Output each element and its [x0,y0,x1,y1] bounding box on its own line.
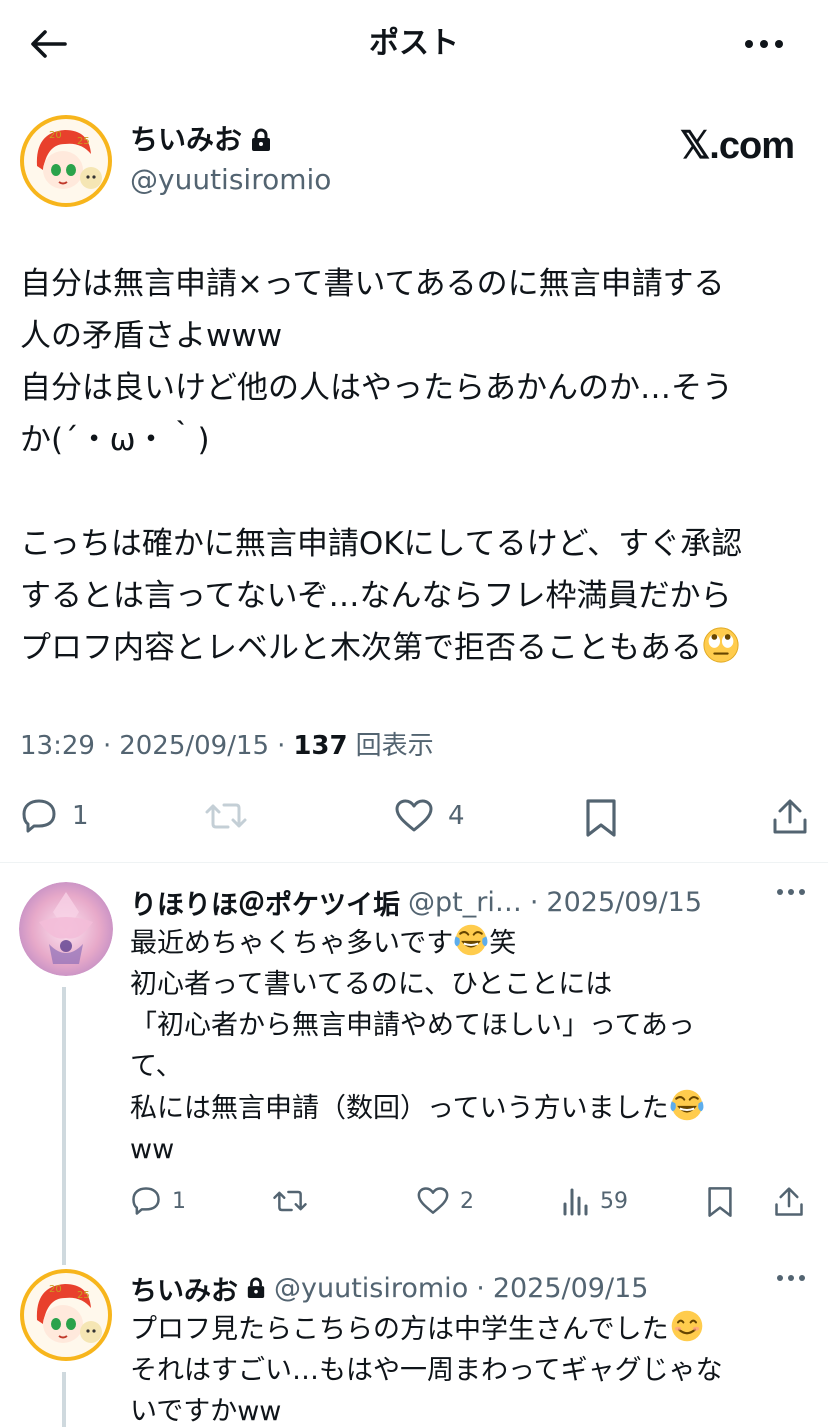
author-name[interactable]: ちいみお [130,122,272,158]
reply-more-button[interactable] [776,1274,806,1282]
author-avatar[interactable]: 20 25 [19,114,113,208]
views-count: 59 [600,1188,628,1214]
reply-actions: 1 2 59 [130,1186,820,1226]
reply-date[interactable]: 2025/09/15 [546,887,702,918]
tears-of-joy-emoji [454,924,488,956]
retweet-icon [273,1190,307,1212]
reply-header: りほりほ＠ポケツイ垢 @pt_ri… · 2025/09/15 [130,882,810,922]
author-handle[interactable]: @yuutisiromio [130,162,331,198]
divider [0,862,828,863]
tears-of-joy-emoji [670,1089,704,1121]
reply-count: 1 [172,1188,186,1214]
reply-icon [22,799,56,833]
share-icon [773,799,807,834]
like-icon [417,1187,449,1214]
post-meta: 13:29 · 2025/09/15 · 137 回表示 [20,728,434,764]
top-bar: ポスト [0,0,828,88]
bookmark-button[interactable] [584,798,618,838]
main-post: 20 25 ちいみお @yuutisiromio 𝕏.com 自分は無言申請×っ… [0,88,828,863]
retweet-button[interactable] [204,798,248,834]
share-icon [775,1187,803,1216]
like-button[interactable]: 2 [416,1186,474,1216]
like-count: 2 [460,1188,474,1214]
post-actions: 1 4 [0,798,828,848]
reply-avatar[interactable]: 20 25 [19,1268,113,1362]
reply-count: 1 [72,801,89,831]
more-icon [745,40,783,48]
post-date[interactable]: 2025/09/15 [119,728,269,764]
like-button[interactable]: 4 [394,798,465,834]
views-icon [563,1188,588,1216]
views-label: 回表示 [355,731,434,761]
reply-more-button[interactable] [776,888,806,896]
brand-logo: 𝕏.com [679,125,795,167]
reply-text: 最近めちゃくちゃ多いです笑 初心者って書いてるのに、ひとことには 「初心者から無… [130,922,780,1170]
more-icon [777,1275,805,1281]
svg-text:25: 25 [77,136,90,147]
reply-header: ちいみお @yuutisiromio · 2025/09/15 [130,1268,810,1308]
post-text: 自分は無言申請×って書いてあるのに無言申請する 人の矛盾さよwww 自分は良いけ… [20,266,743,666]
like-count: 4 [448,801,465,831]
reply-date[interactable]: 2025/09/15 [493,1273,649,1304]
reply-author-name[interactable]: ちいみお [130,1269,266,1308]
reply-button[interactable]: 1 [20,798,89,834]
share-button[interactable] [774,1186,804,1218]
retweet-button[interactable] [272,1186,308,1216]
reply-author-handle[interactable]: @pt_ri… [408,887,522,918]
post-time[interactable]: 13:29 [20,728,95,764]
reply-item[interactable]: 20 25 ちいみお @yuutisiromio · 2025/09/15 プロ… [0,1268,828,1427]
bookmark-icon [586,799,616,837]
lock-icon [247,1277,265,1298]
lock-icon [252,128,271,151]
more-button[interactable] [736,24,792,64]
bookmark-button[interactable] [706,1186,734,1218]
reply-icon [132,1187,160,1215]
svg-text:20: 20 [49,1284,62,1295]
bookmark-icon [708,1187,732,1217]
page-title: ポスト [369,26,459,61]
reply-text: プロフ見たらこちらの方は中学生さんでした それはすごい…もはや一周まわってギャグ… [130,1308,810,1427]
views-button[interactable]: 59 [562,1186,628,1216]
more-icon [777,889,805,895]
reply-button[interactable]: 1 [130,1186,186,1216]
reply-avatar[interactable] [19,882,113,976]
like-icon [395,799,433,832]
svg-text:25: 25 [77,1290,90,1301]
reply-item[interactable]: りほりほ＠ポケツイ垢 @pt_ri… · 2025/09/15 最近めちゃくちゃ… [0,882,828,1262]
reply-author-handle[interactable]: @yuutisiromio [274,1273,468,1304]
svg-text:20: 20 [49,130,62,141]
rolling-eyes-emoji [703,627,739,663]
retweet-icon [205,803,247,829]
reply-author-name[interactable]: りほりほ＠ポケツイ垢 [130,883,400,922]
share-button[interactable] [772,798,808,836]
views-count: 137 [293,731,348,761]
smiling-emoji [671,1310,702,1342]
